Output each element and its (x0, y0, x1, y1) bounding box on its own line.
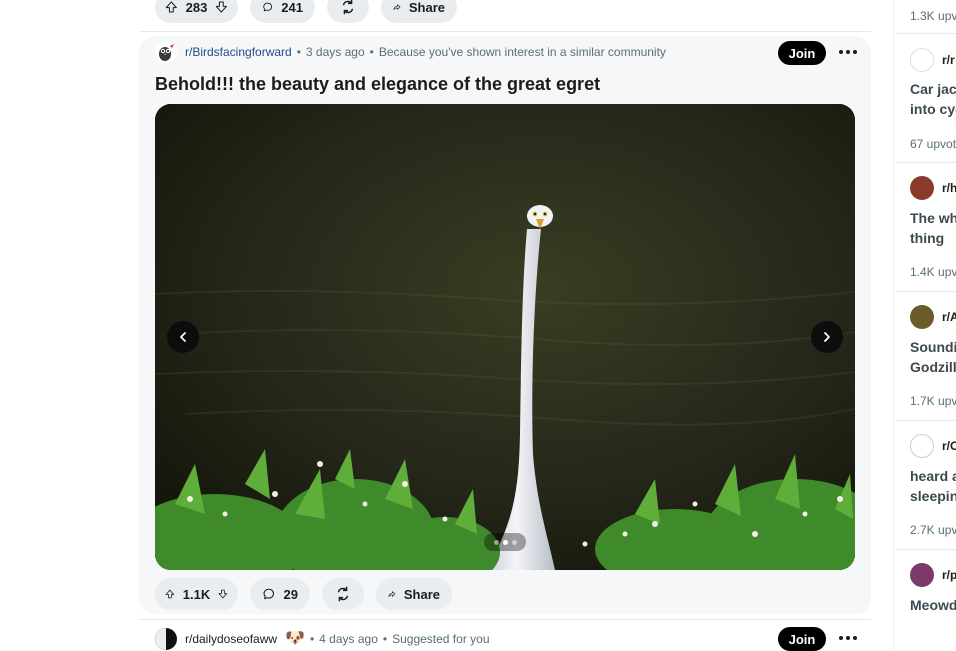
vote-pill: 1.1K (155, 578, 238, 610)
sidebar-sub-2[interactable]: r/h (910, 176, 956, 200)
sidebar-sub-1[interactable]: r/r (910, 48, 955, 72)
share-button[interactable]: Share (376, 578, 452, 610)
prev-vote-pill: 283 (155, 0, 238, 23)
sidebar-top-stat: 1.3K upv (910, 9, 956, 23)
sidebar-title-3[interactable]: Soundi Godzill (910, 337, 956, 377)
chevron-right-icon (824, 332, 830, 342)
gallery-prev-button[interactable] (167, 321, 199, 353)
downvote-icon[interactable] (218, 585, 228, 603)
gallery-dot[interactable] (493, 539, 499, 545)
sidebar-border (893, 0, 894, 649)
sidebar-sub-4[interactable]: r/C (910, 434, 956, 458)
share-icon (393, 4, 401, 11)
upvote-count: 1.1K (182, 586, 211, 602)
prev-share-button[interactable]: Share (381, 0, 457, 23)
recommendation-reason: Because you've shown interest in a simil… (378, 45, 666, 59)
gallery-indicator (484, 533, 526, 551)
prev-crosspost-button[interactable] (327, 0, 369, 23)
next-more-options-icon[interactable] (839, 636, 857, 640)
subreddit-avatar (910, 176, 934, 200)
gallery-next-button[interactable] (811, 321, 843, 353)
downvote-icon[interactable] (215, 0, 228, 16)
subreddit-avatar[interactable] (155, 41, 177, 63)
crosspost-icon (342, 0, 354, 15)
next-post-time: 4 days ago (319, 632, 378, 646)
sidebar-stat-4: 2.7K upv (910, 523, 956, 537)
crosspost-button[interactable] (322, 578, 364, 610)
comment-icon (263, 588, 275, 600)
sidebar-stat-2: 1.4K upv (910, 265, 956, 279)
sidebar-title-2[interactable]: The wh thing (910, 208, 956, 248)
prev-comment-count: 241 (281, 0, 303, 15)
crosspost-icon (337, 586, 349, 602)
post-meta: r/Birdsfacingforward • 3 days ago • Beca… (155, 41, 666, 63)
upvote-icon[interactable] (165, 0, 178, 16)
gallery-dot-active[interactable] (502, 539, 508, 545)
next-post-meta: r/dailydoseofaww 🐶 • 4 days ago • Sugges… (155, 628, 490, 650)
sidebar-title-4[interactable]: heard a sleepin (910, 466, 956, 506)
prev-comments-button[interactable]: 241 (250, 0, 315, 23)
feed-divider (139, 31, 871, 32)
chevron-left-icon (180, 332, 186, 342)
comment-count: 29 (283, 586, 298, 602)
comments-button[interactable]: 29 (250, 578, 310, 610)
dog-emoji-icon: 🐶 (285, 630, 305, 647)
next-subreddit-avatar[interactable] (155, 628, 177, 650)
comment-icon (263, 2, 273, 12)
share-icon (388, 591, 396, 598)
post-image[interactable] (155, 104, 855, 570)
post-time: 3 days ago (305, 45, 365, 59)
upvote-icon[interactable] (165, 585, 175, 603)
sidebar-title-1[interactable]: Car jack into cyc (910, 79, 956, 119)
subreddit-avatar (910, 48, 934, 72)
subreddit-avatar (910, 305, 934, 329)
more-options-icon[interactable] (839, 50, 857, 54)
subreddit-link[interactable]: r/Birdsfacingforward (185, 45, 292, 59)
subreddit-avatar (910, 434, 934, 458)
prev-upvote-count: 283 (185, 0, 208, 15)
sidebar-title-5[interactable]: Meowd (910, 595, 956, 615)
sidebar-stat-1: 67 upvot (910, 137, 956, 151)
next-recommendation-reason: Suggested for you (392, 632, 490, 646)
next-subreddit-link[interactable]: r/dailydoseofaww (185, 632, 277, 646)
sidebar-sub-3[interactable]: r/A (910, 305, 956, 329)
sidebar-sub-5[interactable]: r/p (910, 563, 956, 587)
feed-divider (139, 619, 871, 620)
join-button[interactable]: Join (778, 41, 826, 65)
gallery-dot[interactable] (511, 539, 517, 545)
next-join-button[interactable]: Join (778, 627, 826, 651)
post-title[interactable]: Behold!!! the beauty and elegance of the… (155, 74, 600, 95)
sidebar-stat-3: 1.7K upv (910, 394, 956, 408)
share-label: Share (403, 586, 440, 602)
share-label: Share (408, 0, 445, 15)
subreddit-avatar (910, 563, 934, 587)
